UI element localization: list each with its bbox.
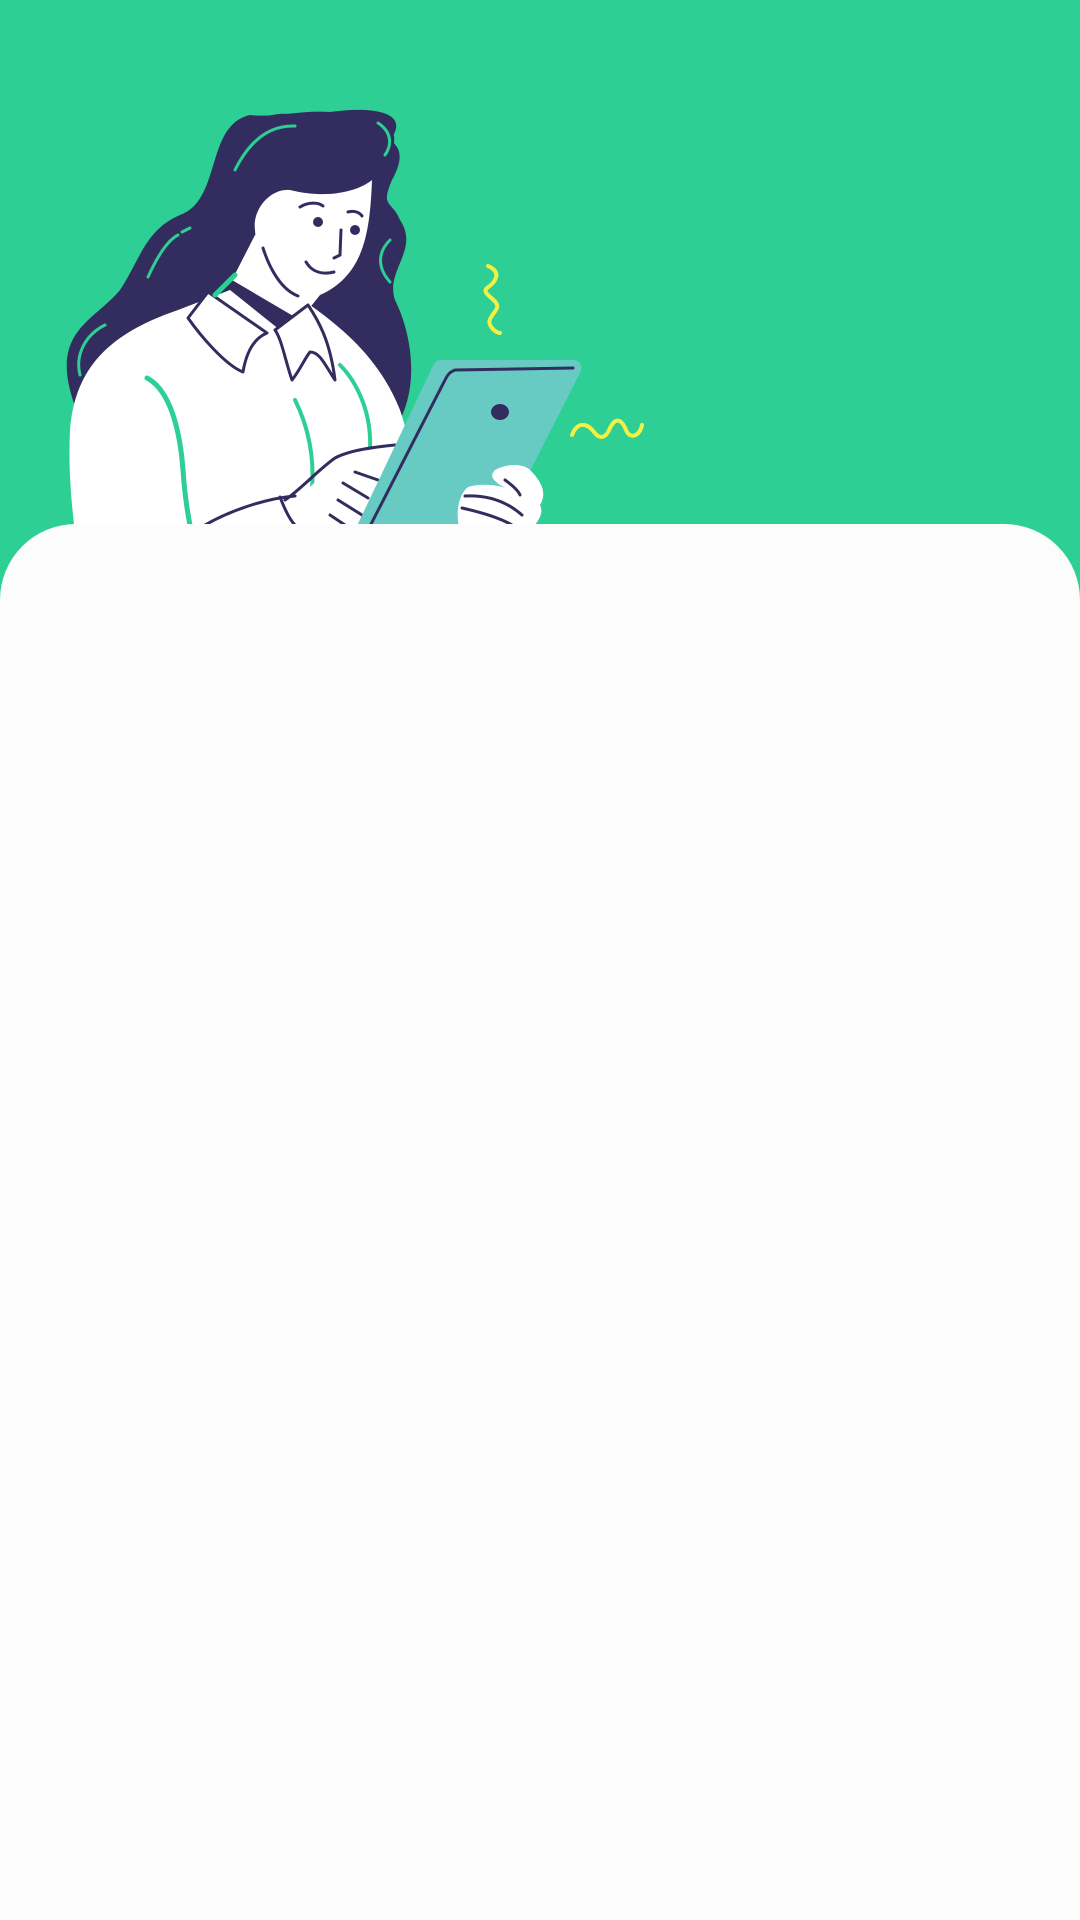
content-sheet (0, 524, 1080, 1920)
eye-left (313, 217, 323, 227)
sparkle-squiggle-horizontal (570, 418, 644, 439)
tablet-camera (491, 404, 509, 420)
sparkle-squiggle-vertical (483, 264, 502, 335)
ear (257, 203, 279, 237)
onboarding-screen (0, 0, 1080, 1920)
eye-right (350, 225, 360, 235)
